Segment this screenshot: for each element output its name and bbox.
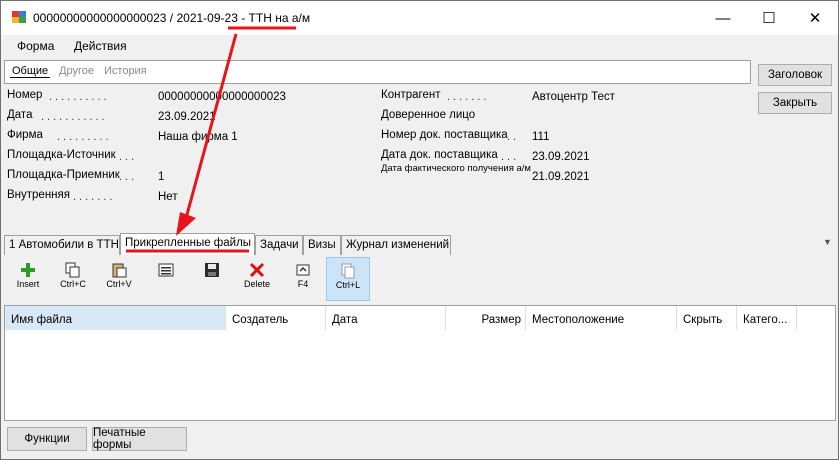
field-value-supplier-doc-number: 111: [532, 131, 550, 143]
field-label-proxy: Доверенное лицо: [381, 109, 476, 121]
field-label-counterparty: Контрагент: [381, 89, 441, 101]
leader-dots: ...: [119, 171, 138, 183]
field-label-supplier-doc-number: Номер док. поставщика: [381, 129, 508, 141]
field-value-date: 23.09.2021: [158, 111, 216, 123]
tab-tasks[interactable]: Задачи: [255, 235, 303, 255]
files-grid[interactable]: Имя файла Создатель Дата Размер Местопол…: [4, 305, 836, 421]
delete-label: Delete: [243, 279, 270, 289]
column-category[interactable]: Катего...: [737, 306, 797, 330]
paste-icon: [110, 261, 128, 279]
link-button[interactable]: Ctrl+L: [326, 257, 370, 301]
leader-dots: ...: [501, 151, 520, 163]
tab-cars-label: 1 Автомобили в ТТН: [9, 239, 119, 251]
maximize-icon: ☐: [762, 10, 776, 27]
field-label-date: Дата: [7, 109, 33, 121]
collapse-arrow-icon[interactable]: ▼: [823, 237, 832, 247]
title-highlight: ТТН на а/м: [248, 11, 311, 25]
menu-form[interactable]: Форма: [17, 39, 54, 53]
list-button[interactable]: [144, 257, 188, 301]
menu-bar: Форма Действия: [1, 35, 838, 57]
field-value-counterparty: Автоцентр Тест: [532, 91, 615, 103]
tab-general[interactable]: Общие: [10, 65, 51, 78]
tab-attached-files-label: Прикрепленные файлы: [125, 237, 252, 249]
field-label-firm: Фирма: [7, 129, 43, 141]
leader-dots: .......: [447, 91, 490, 103]
column-location[interactable]: Местоположение: [526, 306, 677, 330]
leader-dots: ..........: [49, 91, 110, 103]
column-creator[interactable]: Создатель: [226, 306, 326, 330]
field-label-number: Номер: [7, 89, 43, 101]
tab-visas[interactable]: Визы: [303, 235, 341, 255]
tab-other[interactable]: Другое: [57, 65, 96, 77]
close-button[interactable]: ✕: [792, 1, 838, 35]
header-button[interactable]: Заголовок: [758, 64, 832, 86]
save-button[interactable]: [190, 257, 234, 301]
copy-icon: [64, 261, 82, 279]
tab-history[interactable]: История: [102, 65, 149, 77]
field-value-number: 00000000000000000023: [158, 91, 286, 103]
leader-dots: .........: [57, 131, 112, 143]
tab-change-log-label: Журнал изменений: [346, 239, 450, 251]
close-icon: ✕: [808, 10, 822, 27]
field-label-supplier-doc-date: Дата док. поставщика: [381, 149, 498, 161]
tab-cars[interactable]: 1 Автомобили в ТТН: [4, 235, 120, 255]
paste-button[interactable]: Ctrl+V: [97, 257, 141, 301]
insert-label: Insert: [16, 279, 40, 289]
tab-change-log[interactable]: Журнал изменений: [341, 235, 451, 255]
functions-button[interactable]: Функции: [7, 427, 87, 451]
field-label-internal: Внутренняя: [7, 189, 70, 201]
field-value-internal: Нет: [158, 191, 178, 203]
leader-dots: .......: [73, 191, 116, 203]
field-label-target: Площадка-Приемник: [7, 169, 120, 181]
link-label: Ctrl+L: [335, 280, 361, 290]
menu-actions[interactable]: Действия: [74, 39, 127, 53]
document-window: 00000000000000000023 / 2021-09-23 - ТТН …: [0, 0, 839, 460]
plus-icon: [19, 261, 37, 279]
field-value-target: 1: [158, 171, 165, 183]
copy-label: Ctrl+C: [60, 279, 86, 289]
list-icon: [157, 261, 175, 279]
leader-dots: ...: [119, 151, 138, 163]
close-form-button[interactable]: Закрыть: [758, 92, 832, 114]
field-label-actual-receipt-date: Дата фактического получения а/м: [381, 163, 531, 174]
paste-label: Ctrl+V: [106, 279, 132, 289]
refresh-button[interactable]: F4: [281, 257, 325, 301]
refresh-icon: [294, 261, 312, 279]
column-date[interactable]: Дата: [326, 306, 446, 330]
field-value-actual-receipt-date: 21.09.2021: [532, 171, 590, 183]
files-toolbar: Insert Ctrl+C Ctrl+V Delete F4 Ctrl+L: [4, 255, 836, 301]
maximize-button[interactable]: ☐: [746, 1, 792, 35]
window-title: 00000000000000000023 / 2021-09-23 - ТТН …: [33, 11, 310, 25]
column-size[interactable]: Размер: [446, 306, 526, 330]
tab-visas-label: Визы: [308, 239, 336, 251]
link-icon: [339, 262, 357, 280]
tab-tasks-label: Задачи: [260, 239, 299, 251]
title-prefix: 00000000000000000023 / 2021-09-23 -: [33, 11, 249, 25]
copy-button[interactable]: Ctrl+C: [51, 257, 95, 301]
leader-dots: ...........: [41, 111, 108, 123]
refresh-label: F4: [297, 279, 309, 289]
delete-icon: [248, 261, 266, 279]
app-icon: [12, 11, 26, 23]
insert-button[interactable]: Insert: [6, 257, 50, 301]
field-value-firm: Наша фирма 1: [158, 131, 238, 143]
minimize-icon: —: [715, 9, 731, 27]
minimize-button[interactable]: —: [700, 1, 746, 35]
column-file-name[interactable]: Имя файла: [5, 306, 226, 330]
title-bar: 00000000000000000023 / 2021-09-23 - ТТН …: [1, 1, 838, 35]
tab-attached-files[interactable]: Прикрепленные файлы: [120, 233, 255, 257]
delete-button[interactable]: Delete: [235, 257, 279, 301]
column-hide[interactable]: Скрыть: [677, 306, 737, 330]
field-value-supplier-doc-date: 23.09.2021: [532, 151, 590, 163]
leader-dots: ..: [507, 131, 520, 143]
field-label-source: Площадка-Источник: [7, 149, 116, 161]
print-forms-button[interactable]: Печатные формы: [92, 427, 187, 451]
save-icon: [203, 261, 221, 279]
header-tabstrip: Общие Другое История: [4, 60, 751, 84]
